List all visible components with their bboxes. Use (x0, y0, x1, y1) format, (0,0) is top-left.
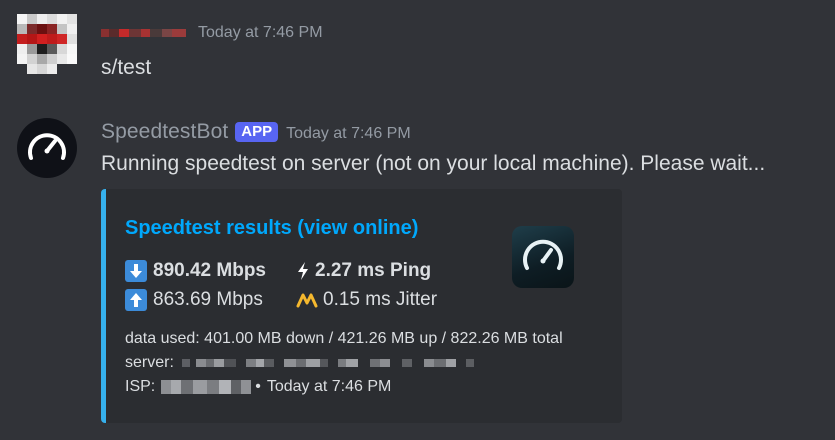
message-text: Running speedtest on server (not on your… (101, 152, 766, 175)
app-badge: APP (235, 122, 279, 142)
data-used-text: data used: 401.00 MB down / 421.26 MB up… (125, 330, 563, 347)
speedometer-icon (28, 133, 66, 160)
ping-value: 2.27 ms Ping (315, 260, 432, 281)
jitter-stat: 0.15 ms Jitter (296, 289, 437, 311)
message-user: Today at 7:46 PM s/test (0, 0, 835, 100)
redacted-username[interactable] (101, 27, 186, 39)
isp-line: ISP: • Today at 7:46 PM (125, 378, 391, 396)
arrow-up-icon (125, 289, 147, 311)
arrow-down-icon (125, 260, 147, 282)
server-label: server: (125, 354, 174, 371)
redacted-server (181, 359, 474, 367)
embed-footer-timestamp: Today at 7:46 PM (266, 378, 392, 395)
jitter-value: 0.15 ms Jitter (323, 289, 438, 310)
message-text: s/test (101, 56, 152, 79)
download-speed: 890.42 Mbps (153, 260, 266, 281)
embed-thumbnail[interactable] (512, 226, 574, 288)
data-used-line: data used: 401.00 MB down / 421.26 MB up… (125, 330, 563, 348)
speedometer-icon (523, 239, 563, 270)
upload-row: 863.69 Mbps 0.15 ms Jitter (125, 289, 437, 311)
download-row: 890.42 Mbps 2.27 ms Ping (125, 260, 431, 282)
message-timestamp: Today at 7:46 PM (198, 24, 323, 41)
lightning-icon (296, 262, 310, 280)
isp-separator: • (255, 378, 261, 395)
server-line: server: (125, 354, 474, 372)
bot-username[interactable]: SpeedtestBot (101, 120, 228, 144)
user-avatar[interactable] (17, 14, 77, 74)
embed-title-link[interactable]: Speedtest results (view online) (125, 217, 418, 240)
bot-avatar[interactable] (17, 118, 77, 178)
speedtest-embed: Speedtest results (view online) 890.42 M… (101, 189, 622, 423)
ping-stat: 2.27 ms Ping (296, 260, 431, 282)
jitter-icon (296, 292, 318, 308)
redacted-isp (161, 380, 252, 394)
upload-speed: 863.69 Mbps (153, 289, 263, 310)
isp-label: ISP: (125, 378, 156, 395)
message-timestamp: Today at 7:46 PM (286, 125, 411, 142)
